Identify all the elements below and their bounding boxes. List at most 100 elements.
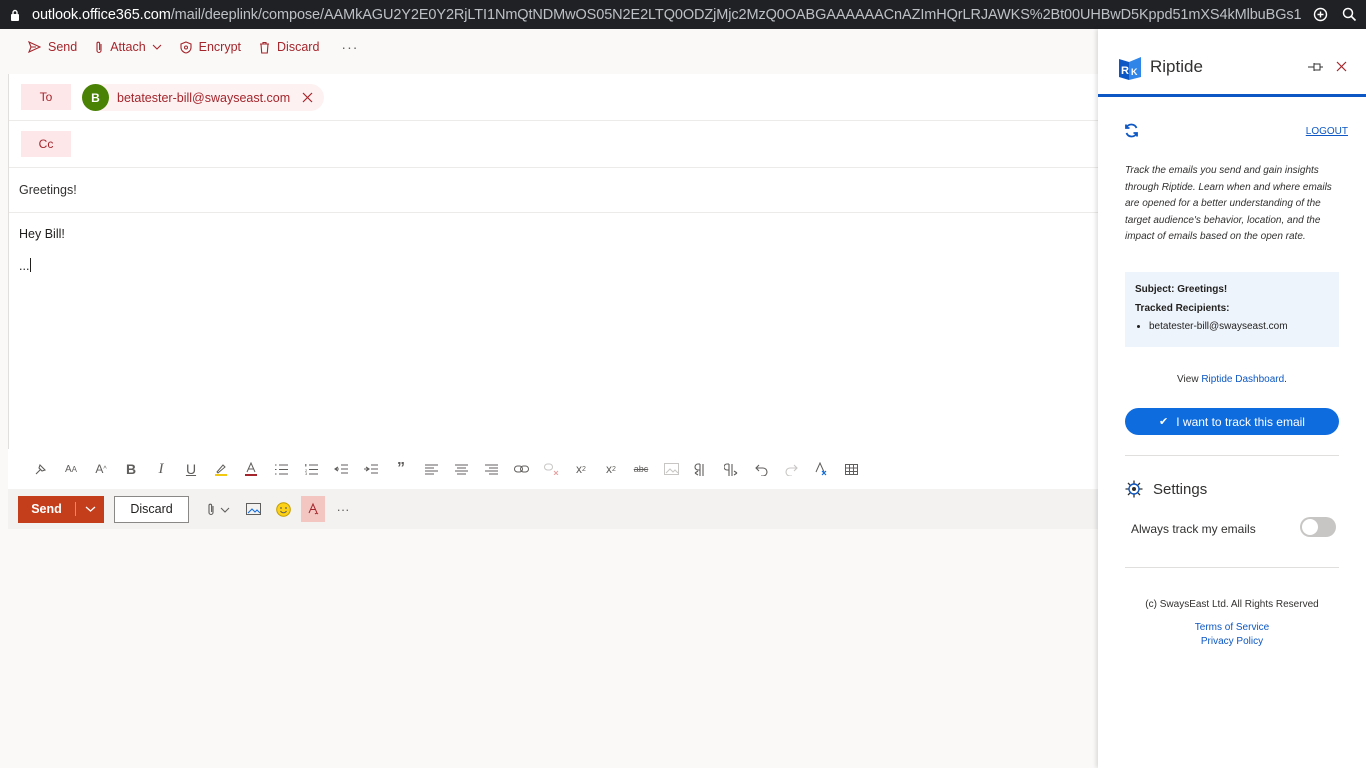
send-command-label: Send — [48, 40, 78, 54]
redo-icon[interactable] — [776, 457, 806, 481]
riptide-header: R K Riptide — [1098, 29, 1366, 97]
discard-button[interactable]: Discard — [114, 495, 189, 523]
view-dashboard-text: View Riptide Dashboard. — [1098, 374, 1366, 385]
link-icon[interactable] — [506, 457, 536, 481]
settings-title: Settings — [1153, 480, 1208, 498]
outlook-compose-app: Send Attach Encrypt Discard ··· To B bet… — [0, 29, 1099, 768]
undo-icon[interactable] — [746, 457, 776, 481]
close-icon[interactable] — [1336, 59, 1347, 77]
tracked-subject: Subject: Greetings! — [1135, 284, 1228, 295]
discard-command-label: Discard — [277, 40, 320, 54]
close-icon[interactable] — [302, 92, 314, 104]
encrypt-command-label: Encrypt — [198, 40, 242, 54]
compose-action-bar: Send Discard ··· — [8, 489, 1098, 529]
ltr-icon[interactable] — [686, 457, 716, 481]
tracked-recipients-label: Tracked Recipients: — [1135, 303, 1230, 314]
paperclip-icon — [208, 503, 230, 515]
rtl-icon[interactable] — [716, 457, 746, 481]
insert-picture-icon[interactable] — [241, 496, 265, 522]
attach-command-button[interactable]: Attach — [95, 40, 162, 54]
align-center-icon[interactable] — [446, 457, 476, 481]
underline-icon[interactable]: U — [176, 457, 206, 481]
insert-image-inline-icon[interactable] — [656, 457, 686, 481]
send-button[interactable]: Send — [18, 495, 104, 523]
riptide-description: Track the emails you send and gain insig… — [1125, 165, 1332, 242]
remove-link-icon[interactable] — [536, 457, 566, 481]
command-bar: Send Attach Encrypt Discard ··· — [0, 29, 1098, 65]
track-email-button[interactable]: ✔ I want to track this email — [1125, 408, 1339, 435]
browser-address-bar[interactable]: outlook.office365.com/mail/deeplink/comp… — [0, 0, 1366, 29]
settings-wheel-icon — [1125, 480, 1143, 498]
numbering-icon[interactable]: 23 — [296, 457, 326, 481]
italic-icon[interactable]: I — [146, 457, 176, 481]
text-caret — [30, 258, 32, 272]
list-item: betatester-bill@swayseast.com — [1149, 321, 1329, 332]
trash-icon — [260, 41, 270, 54]
svg-text:K: K — [1131, 67, 1138, 77]
search-icon[interactable] — [1342, 7, 1357, 22]
panel-title: Riptide — [1150, 57, 1203, 76]
chevron-down-icon[interactable] — [76, 506, 104, 512]
svg-text:3: 3 — [305, 471, 308, 475]
logout-link[interactable]: LOGOUT — [1306, 126, 1348, 137]
view-prefix: View — [1177, 374, 1202, 385]
riptide-dashboard-link[interactable]: Riptide Dashboard — [1201, 374, 1284, 385]
paperclip-icon — [96, 41, 102, 53]
cc-row: Cc — [9, 121, 1099, 168]
terms-of-service-link[interactable]: Terms of Service — [1098, 622, 1366, 633]
quote-icon[interactable]: ” — [386, 457, 416, 481]
zoom-in-icon[interactable] — [1313, 7, 1328, 22]
bold-icon[interactable]: B — [116, 457, 146, 481]
subscript-icon[interactable]: x2 — [596, 457, 626, 481]
clear-formatting-icon[interactable] — [806, 457, 836, 481]
divider — [1125, 567, 1339, 568]
more-actions-button[interactable]: ··· — [331, 496, 355, 522]
font-size-icon[interactable]: AA — [56, 457, 86, 481]
formatting-toolbar: AA A ^ B I U 23 ” x2 x2 abc — [8, 449, 1098, 489]
increase-indent-icon[interactable] — [356, 457, 386, 481]
tracked-recipients-list: betatester-bill@swayseast.com — [1135, 321, 1329, 332]
always-track-toggle[interactable] — [1300, 517, 1336, 537]
recipient-chip[interactable]: B betatester-bill@swayseast.com — [82, 84, 325, 111]
to-row: To B betatester-bill@swayseast.com — [9, 74, 1099, 121]
highlight-icon[interactable] — [206, 457, 236, 481]
to-button[interactable]: To — [21, 84, 71, 110]
font-color-icon[interactable] — [236, 457, 266, 481]
format-painter-icon[interactable] — [26, 457, 56, 481]
url-text[interactable]: outlook.office365.com/mail/deeplink/comp… — [32, 7, 1302, 23]
strikethrough-icon[interactable]: abc — [626, 457, 656, 481]
shield-icon — [180, 40, 192, 54]
copyright-text: (c) SwaysEast Ltd. All Rights Reserved — [1145, 599, 1319, 610]
privacy-policy-link[interactable]: Privacy Policy — [1098, 636, 1366, 647]
emoji-icon[interactable] — [271, 496, 295, 522]
subject-field[interactable]: Greetings! — [9, 168, 1099, 213]
body-line[interactable]: ... — [19, 258, 32, 273]
avatar: B — [82, 84, 109, 111]
grow-font-icon[interactable]: A ^ — [86, 457, 116, 481]
toggle-knob — [1302, 519, 1318, 535]
svg-text:R: R — [1121, 65, 1129, 77]
body-line[interactable]: Hey Bill! — [19, 227, 65, 241]
cc-button[interactable]: Cc — [21, 131, 71, 157]
send-command-button[interactable]: Send — [28, 40, 77, 54]
checkmark-icon: ✔ — [1159, 416, 1169, 428]
body-line-text: ... — [19, 259, 30, 273]
align-left-icon[interactable] — [416, 457, 446, 481]
refresh-icon[interactable] — [1124, 123, 1139, 143]
more-commands-button[interactable]: ··· — [341, 39, 358, 55]
recipient-email: betatester-bill@swayseast.com — [117, 90, 291, 105]
chevron-down-icon[interactable] — [152, 44, 162, 50]
subject-text: Greetings! — [19, 183, 77, 197]
attach-command-label: Attach — [110, 40, 146, 54]
attach-menu-button[interactable] — [201, 496, 237, 522]
pin-icon[interactable] — [1308, 59, 1324, 77]
align-right-icon[interactable] — [476, 457, 506, 481]
bullets-icon[interactable] — [266, 457, 296, 481]
discard-command-button[interactable]: Discard — [259, 40, 319, 54]
decrease-indent-icon[interactable] — [326, 457, 356, 481]
superscript-icon[interactable]: x2 — [566, 457, 596, 481]
encrypt-command-button[interactable]: Encrypt — [180, 40, 241, 54]
table-icon[interactable] — [836, 457, 866, 481]
riptide-addin-icon[interactable] — [301, 496, 325, 522]
settings-heading: Settings — [1125, 480, 1207, 498]
